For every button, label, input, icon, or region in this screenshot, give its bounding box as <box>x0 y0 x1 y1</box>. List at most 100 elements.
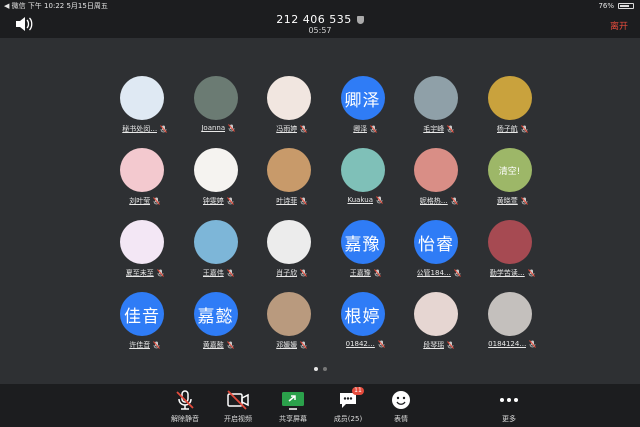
participant-tile[interactable]: 冯雨婷 <box>255 74 329 146</box>
avatar: 嘉豫 <box>340 220 385 264</box>
muted-mic-icon <box>228 124 236 132</box>
participant-tile[interactable]: Joanna <box>182 74 256 146</box>
participant-tile[interactable]: 嘉豫王嘉豫 <box>329 218 403 290</box>
participant-name: 许佳音 <box>129 341 151 349</box>
muted-mic-icon <box>373 269 381 277</box>
participant-name-row: 公管184… <box>402 268 476 278</box>
muted-mic-icon <box>447 341 455 349</box>
avatar: 清空! <box>487 148 532 192</box>
participant-name: 妮格热… <box>419 197 448 205</box>
muted-mic-icon <box>300 197 308 205</box>
more-label: 更多 <box>502 415 516 423</box>
participant-tile[interactable]: 刘叶莹 <box>108 146 182 218</box>
participant-tile[interactable]: 夏至未至 <box>108 218 182 290</box>
avatar <box>267 148 311 192</box>
meeting-timer: 05:57 <box>308 26 332 35</box>
participant-name-row: 0184124… <box>476 340 550 348</box>
participant-name-row: 王嘉伟 <box>182 268 256 278</box>
participant-tile[interactable]: 叶诗菲 <box>255 146 329 218</box>
participant-name: 刘叶莹 <box>129 197 151 205</box>
muted-mic-icon <box>520 125 528 133</box>
muted-mic-icon <box>300 125 308 133</box>
participant-grid: 秘书处闵… Joanna 冯雨婷 卿泽 卿泽 毛宇峰 杨子航 刘叶莹 钟雯婷 叶诗菲 Kuakua 妮… <box>108 74 538 362</box>
participant-name: Kuakua <box>347 196 374 204</box>
participant-name: 夏至未至 <box>125 269 154 277</box>
more-button[interactable]: 更多 <box>484 389 534 424</box>
participant-tile[interactable]: 段琴瑶 <box>402 290 476 362</box>
participant-name-row: 段琴瑶 <box>402 340 476 350</box>
share-screen-button[interactable]: 共享屏幕 <box>268 389 318 424</box>
share-screen-icon <box>282 392 304 410</box>
participant-tile[interactable]: 秘书处闵… <box>108 74 182 146</box>
page-indicator <box>0 367 640 371</box>
participant-name: 邓媛媛 <box>276 341 298 349</box>
start-video-button[interactable]: 开启视频 <box>213 389 263 424</box>
emoji-button[interactable]: 表情 <box>376 389 426 424</box>
participant-name-row: 毛宇峰 <box>402 124 476 134</box>
participant-tile[interactable]: 怡睿 公管184… <box>402 218 476 290</box>
muted-mic-icon <box>153 197 161 205</box>
participant-name-row: 卿泽 <box>329 124 403 134</box>
more-icon <box>500 398 518 402</box>
unmute-button[interactable]: 解除静音 <box>160 389 210 424</box>
participant-tile[interactable]: 邓媛媛 <box>255 290 329 362</box>
participant-name: 黄晓萱 <box>496 197 518 205</box>
members-button[interactable]: 11 成员(25) <box>323 387 373 424</box>
participant-tile[interactable]: 勤学苦读… <box>476 218 550 290</box>
start-video-label: 开启视频 <box>224 415 252 423</box>
unmute-label: 解除静音 <box>171 415 199 423</box>
participant-tile[interactable]: 毛宇峰 <box>402 74 476 146</box>
participant-tile[interactable]: 杨子航 <box>476 74 550 146</box>
muted-mic-icon <box>370 125 378 133</box>
leave-button[interactable]: 离开 <box>610 19 628 32</box>
muted-mic-icon <box>226 341 234 349</box>
participant-tile[interactable]: 佳音 许佳音 <box>108 290 182 362</box>
participant-tile[interactable]: Kuakua <box>329 146 403 218</box>
participant-name-row: 冯雨婷 <box>255 124 329 134</box>
participant-tile[interactable]: 钟雯婷 <box>182 146 256 218</box>
meeting-id[interactable]: 212 406 535 <box>0 13 640 26</box>
avatar <box>120 148 164 192</box>
participant-tile[interactable]: 嘉懿 黄嘉懿 <box>182 290 256 362</box>
participant-tile[interactable]: 清空! 黄晓萱 <box>476 146 550 218</box>
muted-mic-icon <box>376 196 383 204</box>
share-screen-label: 共享屏幕 <box>279 415 307 423</box>
participant-tile[interactable]: 肖子欣 <box>255 218 329 290</box>
participant-tile[interactable]: 卿泽 卿泽 <box>329 74 403 146</box>
participant-name-row: 许佳音 <box>108 340 182 350</box>
participant-tile[interactable]: 0184124… <box>476 290 550 362</box>
muted-mic-icon <box>520 197 528 205</box>
status-left: ◀ 微信 下午 10:22 5月15日周五 <box>4 2 108 10</box>
participant-name: 勤学苦读… <box>489 269 525 277</box>
participant-name: 0184124… <box>488 340 527 348</box>
participant-name: 秘书处闵… <box>122 125 158 133</box>
avatar: 卿泽 <box>340 76 385 120</box>
participant-name-row: 秘书处闵… <box>108 124 182 134</box>
participant-name-row: 王嘉豫 <box>329 268 403 278</box>
participant-name-row: 妮格热… <box>402 196 476 206</box>
page-dot-2[interactable] <box>322 367 327 371</box>
participant-name: 毛宇峰 <box>423 125 445 133</box>
participant-tile[interactable]: 王嘉伟 <box>182 218 256 290</box>
avatar <box>414 292 458 336</box>
emoji-icon <box>392 391 410 409</box>
muted-mic-icon <box>529 340 537 348</box>
avatar <box>193 220 238 264</box>
participant-name-row: Kuakua <box>329 196 403 204</box>
participant-tile[interactable]: 根婷 01842… <box>329 290 403 362</box>
participant-name-row: 叶诗菲 <box>255 196 329 206</box>
muted-mic-icon <box>527 269 535 277</box>
muted-mic-icon <box>378 340 385 348</box>
participant-name-row: 肖子欣 <box>255 268 329 278</box>
muted-mic-icon <box>450 197 458 205</box>
avatar <box>267 76 311 120</box>
participant-name: 01842… <box>345 340 375 348</box>
participant-name-row: 黄嘉懿 <box>182 340 256 350</box>
participant-name: Joanna <box>201 124 226 132</box>
participant-name: 冯雨婷 <box>276 125 298 133</box>
participant-tile[interactable]: 妮格热… <box>402 146 476 218</box>
page-dot-1[interactable] <box>313 367 318 371</box>
participant-name-row: Joanna <box>182 124 256 132</box>
avatar: 佳音 <box>120 292 164 336</box>
muted-mic-icon <box>153 341 161 349</box>
